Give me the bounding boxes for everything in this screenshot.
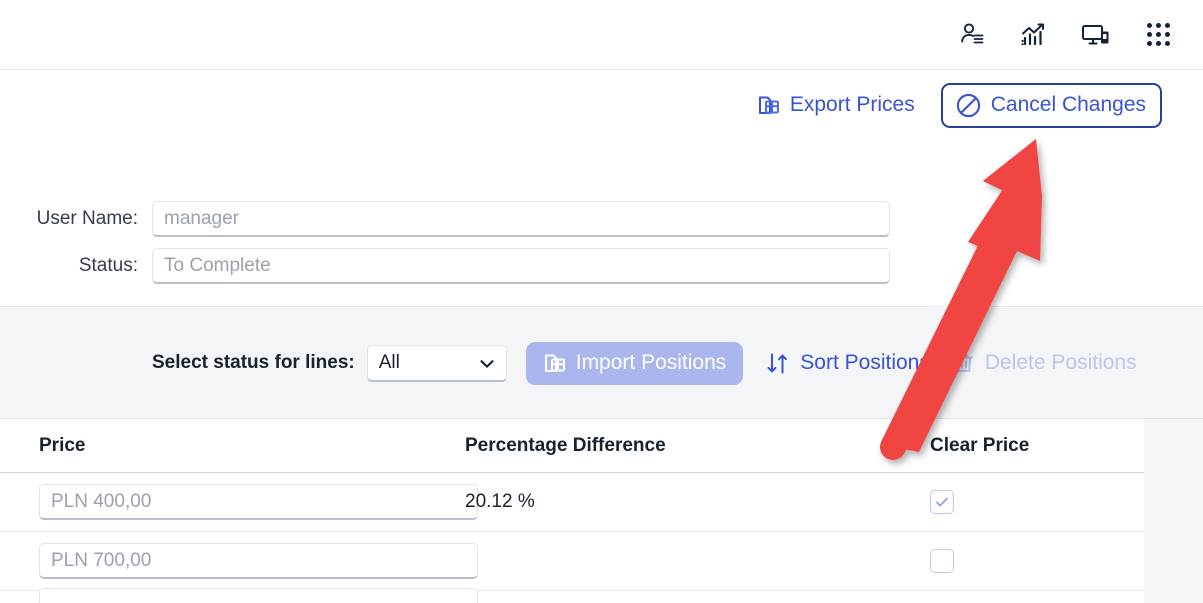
cell-price	[0, 543, 478, 579]
cell-clear-price	[930, 490, 1144, 514]
table-row	[0, 587, 1144, 603]
column-header-percentage-difference: Percentage Difference	[465, 435, 666, 456]
status-for-lines-select[interactable]: All	[366, 344, 507, 382]
form-row-user-name: User Name:	[0, 201, 890, 237]
analytics-chart-icon[interactable]	[1019, 20, 1049, 50]
user-settings-icon[interactable]	[957, 20, 987, 50]
cancel-changes-label: Cancel Changes	[990, 93, 1146, 116]
shell-bar	[0, 0, 1203, 70]
price-input[interactable]	[39, 484, 478, 520]
price-input[interactable]	[39, 587, 478, 603]
table-toolbar: Select status for lines: All Import Posi…	[0, 308, 1203, 419]
delete-positions-button[interactable]: Delete Positions	[952, 351, 1137, 376]
user-name-input[interactable]	[152, 201, 890, 237]
spreadsheet-import-icon	[543, 351, 567, 376]
table-region: Price Percentage Difference Clear Price …	[0, 420, 1203, 603]
column-header-price: Price	[39, 435, 86, 456]
cell-price	[0, 484, 478, 520]
devices-display-icon[interactable]	[1081, 20, 1111, 50]
shell-bar-icon-group	[957, 20, 1173, 50]
action-bar: Export Prices Cancel Changes	[0, 71, 1203, 139]
clear-price-checkbox[interactable]	[930, 490, 954, 514]
import-positions-label: Import Positions	[575, 351, 727, 374]
import-positions-button[interactable]: Import Positions	[525, 341, 744, 385]
status-select-wrapper: All	[366, 344, 507, 382]
checkmark-icon	[934, 494, 950, 510]
cell-percentage-difference: 20.12 %	[465, 491, 535, 512]
status-label: Status:	[78, 255, 138, 276]
spreadsheet-export-icon	[757, 93, 781, 118]
cell-clear-price	[930, 549, 1144, 573]
export-prices-label: Export Prices	[789, 93, 915, 116]
cell-price	[0, 587, 478, 603]
table-row	[0, 532, 1144, 591]
status-input[interactable]	[152, 248, 890, 284]
table-row: 20.12 %	[0, 473, 1144, 532]
price-input[interactable]	[39, 543, 478, 579]
app-grid-icon[interactable]	[1143, 20, 1173, 50]
table-header-row: Price Percentage Difference Clear Price	[0, 420, 1144, 473]
user-name-label: User Name:	[36, 208, 138, 229]
sort-arrows-icon	[765, 351, 791, 376]
column-header-clear-price: Clear Price	[930, 435, 1030, 456]
cancel-changes-button[interactable]: Cancel Changes	[940, 82, 1162, 128]
cancel-circle-slash-icon	[955, 92, 982, 119]
export-prices-button[interactable]: Export Prices	[757, 93, 915, 118]
price-management-page: Export Prices Cancel Changes User Name: …	[0, 0, 1203, 603]
clear-price-checkbox[interactable]	[930, 549, 954, 573]
trash-bin-icon	[952, 351, 976, 376]
app-grid-dots	[1146, 23, 1170, 46]
form-row-status: Status:	[0, 248, 890, 284]
sort-positions-button[interactable]: Sort Positions	[765, 351, 930, 376]
select-status-label: Select status for lines:	[152, 352, 355, 373]
prices-table: Price Percentage Difference Clear Price …	[0, 420, 1144, 603]
delete-positions-label: Delete Positions	[984, 351, 1137, 374]
sort-positions-label: Sort Positions	[800, 351, 930, 374]
header-form-area: User Name: Status:	[0, 139, 1203, 307]
